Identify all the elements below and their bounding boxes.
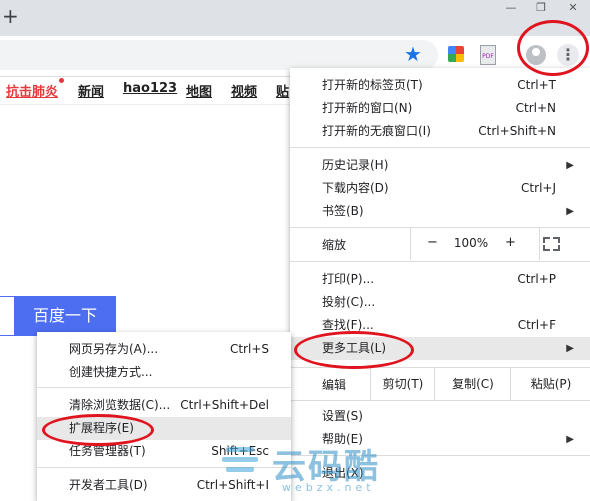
menu-item-label: 历史记录(H) bbox=[322, 158, 389, 172]
extension-icon-colorful[interactable] bbox=[448, 46, 464, 62]
nav-link-video[interactable]: 视频 bbox=[231, 81, 257, 100]
chrome-main-menu: 打开新的标签页(T) Ctrl+T 打开新的窗口(N) Ctrl+N 打开新的无… bbox=[290, 68, 590, 501]
submenu-arrow-icon: ▶ bbox=[566, 206, 574, 217]
menu-separator bbox=[290, 147, 590, 148]
nav-link-hao123[interactable]: hao123 bbox=[123, 81, 177, 96]
pdf-extension-icon[interactable]: PDF bbox=[480, 45, 496, 65]
submenu-item-create-shortcut[interactable]: 创建快捷方式... bbox=[37, 361, 291, 384]
annotation-circle-menu-button bbox=[517, 20, 589, 76]
close-window-button[interactable]: ✕ bbox=[558, 0, 588, 14]
menu-separator bbox=[290, 261, 590, 262]
zoom-level-value: 100% bbox=[453, 236, 489, 250]
zoom-in-button[interactable]: + bbox=[505, 235, 516, 250]
edit-label: 编辑 bbox=[322, 378, 347, 392]
menu-item-shortcut: Ctrl+J bbox=[521, 181, 556, 195]
menu-item-label: 书签(B) bbox=[322, 204, 364, 218]
submenu-arrow-icon: ▶ bbox=[566, 434, 574, 445]
nav-link-news[interactable]: 新闻 bbox=[78, 81, 104, 100]
zoom-label: 缩放 bbox=[322, 238, 347, 252]
new-tab-button[interactable]: + bbox=[2, 4, 19, 28]
notification-dot bbox=[59, 78, 64, 83]
menu-item-label: 设置(S) bbox=[322, 409, 363, 423]
baidu-search-button[interactable]: 百度一下 bbox=[14, 296, 116, 336]
minimize-icon: — bbox=[505, 0, 517, 14]
nav-divider bbox=[0, 104, 290, 105]
menu-item-label: 打印(P)... bbox=[322, 272, 375, 286]
nav-link-fight-pneumonia[interactable]: 抗击肺炎 bbox=[6, 81, 58, 100]
menu-item-settings[interactable]: 设置(S) bbox=[290, 405, 590, 428]
menu-separator bbox=[290, 400, 590, 401]
watermark-domain: webzx.net bbox=[282, 481, 375, 494]
zoom-out-button[interactable]: − bbox=[427, 235, 438, 250]
menu-item-shortcut: Ctrl+F bbox=[517, 318, 556, 332]
menu-item-new-tab[interactable]: 打开新的标签页(T) Ctrl+T bbox=[290, 74, 590, 97]
annotation-circle-extensions bbox=[42, 414, 154, 446]
submenu-item-label: 创建快捷方式... bbox=[69, 365, 153, 379]
copy-button[interactable]: 复制(C) bbox=[434, 368, 511, 400]
zoom-row: 缩放 − 100% + bbox=[290, 228, 590, 260]
submenu-arrow-icon: ▶ bbox=[566, 160, 574, 171]
menu-item-label: 打开新的无痕窗口(I) bbox=[322, 124, 431, 138]
fullscreen-icon[interactable] bbox=[543, 237, 560, 251]
annotation-circle-more-tools bbox=[294, 331, 414, 369]
watermark: 云码酷 webzx.net bbox=[222, 441, 382, 501]
submenu-item-label: 网页另存为(A)... bbox=[69, 342, 159, 356]
menu-item-label: 投射(C)... bbox=[322, 295, 376, 309]
tab-strip: + — ❐ ✕ bbox=[0, 0, 590, 36]
cut-button[interactable]: 剪切(T) bbox=[370, 368, 435, 400]
menu-item-label: 打开新的窗口(N) bbox=[322, 101, 413, 115]
nav-link-map[interactable]: 地图 bbox=[186, 81, 212, 100]
submenu-arrow-icon: ▶ bbox=[566, 343, 574, 354]
menu-item-label: 打开新的标签页(T) bbox=[322, 78, 423, 92]
submenu-item-label: 开发者工具(D) bbox=[69, 478, 148, 492]
menu-item-history[interactable]: 历史记录(H) ▶ bbox=[290, 154, 590, 177]
submenu-separator bbox=[37, 387, 291, 388]
menu-item-new-window[interactable]: 打开新的窗口(N) Ctrl+N bbox=[290, 97, 590, 120]
menu-item-shortcut: Ctrl+Shift+N bbox=[478, 124, 556, 138]
submenu-item-shortcut: Ctrl+Shift+Del bbox=[180, 398, 269, 412]
menu-item-shortcut: Ctrl+N bbox=[515, 101, 556, 115]
edit-row: 编辑 剪切(T) 复制(C) 粘贴(P) bbox=[290, 368, 590, 400]
menu-item-print[interactable]: 打印(P)... Ctrl+P bbox=[290, 268, 590, 291]
menu-item-bookmarks[interactable]: 书签(B) ▶ bbox=[290, 200, 590, 223]
menu-item-label: 下载内容(D) bbox=[322, 181, 389, 195]
paste-button[interactable]: 粘贴(P) bbox=[510, 368, 590, 400]
maximize-icon: ❐ bbox=[536, 0, 546, 14]
submenu-item-clear-data[interactable]: 清除浏览数据(C)... Ctrl+Shift+Del bbox=[37, 394, 291, 417]
menu-item-shortcut: Ctrl+T bbox=[517, 78, 556, 92]
menu-item-shortcut: Ctrl+P bbox=[517, 272, 556, 286]
baidu-nav: 抗击肺炎 新闻 hao123 地图 视频 贴 bbox=[0, 78, 300, 100]
address-bar[interactable] bbox=[0, 40, 438, 70]
nav-link-tieba[interactable]: 贴 bbox=[276, 81, 289, 100]
menu-item-cast[interactable]: 投射(C)... bbox=[290, 291, 590, 314]
zoom-controls: − 100% + bbox=[410, 228, 540, 260]
watermark-logo-icon bbox=[222, 443, 258, 479]
submenu-item-save-page[interactable]: 网页另存为(A)... Ctrl+S bbox=[37, 338, 291, 361]
menu-item-new-incognito[interactable]: 打开新的无痕窗口(I) Ctrl+Shift+N bbox=[290, 120, 590, 143]
close-icon: ✕ bbox=[568, 0, 578, 14]
submenu-item-shortcut: Ctrl+S bbox=[229, 342, 269, 356]
minimize-button[interactable]: — bbox=[496, 0, 526, 14]
menu-item-downloads[interactable]: 下载内容(D) Ctrl+J bbox=[290, 177, 590, 200]
baidu-search-input[interactable] bbox=[0, 296, 15, 336]
bookmark-star-icon[interactable]: ★ bbox=[404, 42, 422, 66]
maximize-button[interactable]: ❐ bbox=[526, 0, 556, 14]
